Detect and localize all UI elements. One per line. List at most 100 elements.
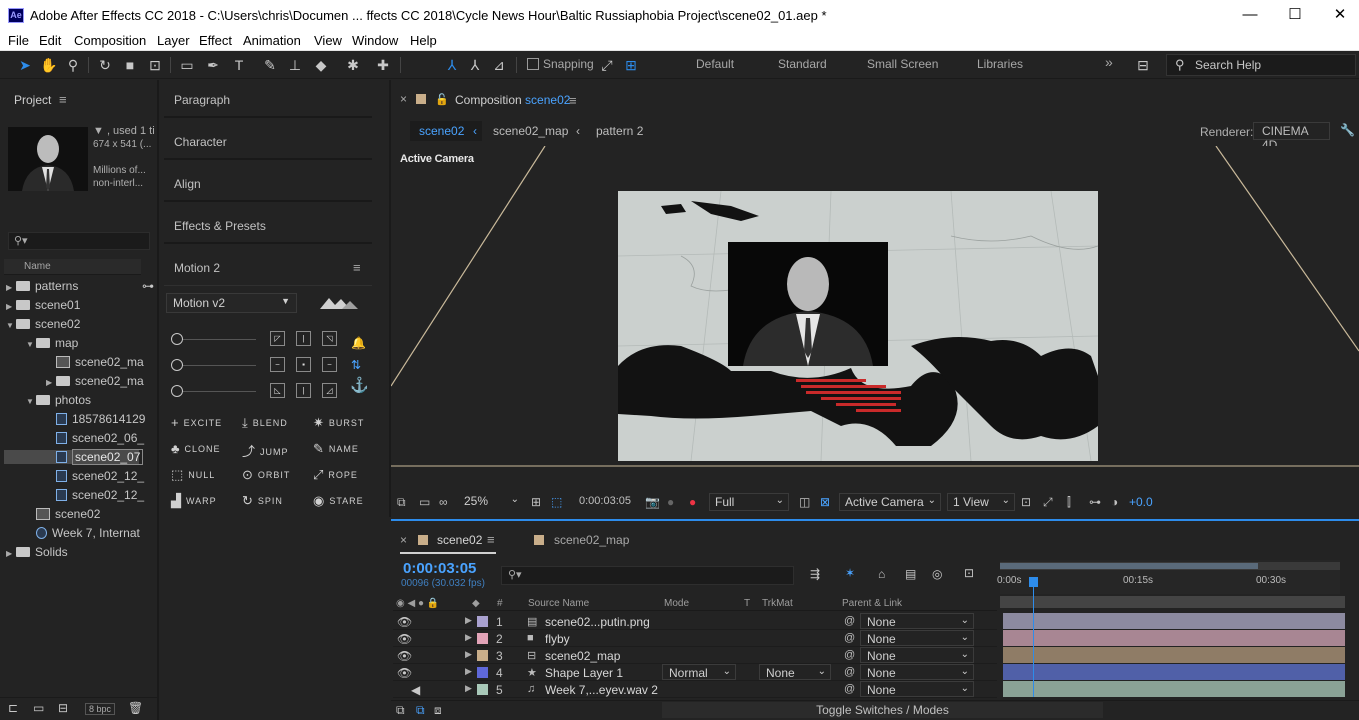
motion-preset-select[interactable]: Motion v2 ▼ [166,293,297,313]
slider-1-knob[interactable] [171,333,183,345]
layer-name[interactable]: flyby [545,632,570,646]
timeline-tab-scene02[interactable]: scene02 [437,533,482,547]
lock-icon[interactable]: 🔓 [435,93,449,106]
layer-name[interactable]: scene02...putin.png [545,615,650,629]
toggle-switches-modes-button[interactable]: Toggle Switches / Modes [662,702,1103,718]
anchor-bottom-left[interactable]: ◺ [270,383,285,398]
draft-3d-icon[interactable]: ✶ [845,566,855,580]
project-item[interactable]: ▶ scene02_ma [46,374,144,388]
layer-label-swatch[interactable] [477,667,488,678]
breadcrumb-pattern2[interactable]: pattern 2 [596,124,643,138]
anchor-bottom-center[interactable]: | [296,383,311,398]
menu-effect[interactable]: Effect [199,33,232,48]
always-preview-icon[interactable]: ⧉ [397,495,406,510]
pickwhip-icon[interactable]: @ [844,615,855,627]
project-item[interactable]: ▼ map [26,336,78,350]
layer-parent-select[interactable]: None ⌄ [860,630,974,646]
type-tool-icon[interactable]: T [230,56,248,74]
anchor-top-center[interactable]: | [296,331,311,346]
mode-header[interactable]: Mode [664,598,689,609]
align-panel[interactable]: Align [164,166,372,202]
slider-3-knob[interactable] [171,385,183,397]
comp-menu-icon[interactable]: ≡ [569,93,577,108]
project-item[interactable]: scene02_12_ [46,469,144,483]
expand-layer-icon[interactable]: ▶ [465,649,472,660]
motion-blur-icon[interactable]: ◎ [932,567,942,581]
close-icon[interactable]: × [400,92,407,106]
eraser-tool-icon[interactable]: ◆ [312,56,330,74]
interpret-footage-icon[interactable]: ⊏ [8,701,18,715]
motion-blend-button[interactable]: ⤓ BLEND [242,415,288,431]
layer-name[interactable]: Week 7,...eyev.wav 2 [545,683,658,697]
disclosure-open-icon[interactable]: ▼ [6,321,16,330]
layer-label-swatch[interactable] [477,633,488,644]
menu-animation[interactable]: Animation [243,33,301,48]
comp-flowchart-icon[interactable]: ⇶ [810,567,820,581]
layer-row[interactable]: ◀ ▶ 5 ♫ Week 7,...eyev.wav 2 @ None ⌄ [393,681,997,698]
layer-switches-icon[interactable]: ⧉ [396,703,405,718]
graph-editor-icon[interactable]: ⊡ [964,566,974,580]
rotation-tool-icon[interactable]: ↻ [96,56,114,74]
brush-tool-icon[interactable]: ✎ [261,56,279,74]
composition-viewer[interactable]: Active Camera [391,146,1359,492]
timeline-timecode[interactable]: 0:00:03:05 [403,560,476,577]
project-item[interactable]: ▶ patterns [6,279,78,293]
anchor-bottom-right[interactable]: ◿ [322,383,337,398]
disclosure-open-icon[interactable]: ▼ [26,397,36,406]
mountains-icon[interactable] [320,295,358,314]
anchor-icon[interactable]: ⚓ [350,376,369,394]
time-ruler[interactable] [1000,560,1345,608]
expand-layer-icon[interactable]: ▶ [465,666,472,677]
pixel-aspect-icon[interactable]: ⊡ [1021,495,1031,509]
project-item[interactable]: Week 7, Internat [26,526,140,540]
anchor-top-left[interactable]: ◸ [270,331,285,346]
transparency-grid-icon[interactable]: ⊠ [820,495,830,509]
flowchart-icon[interactable]: ⊶ [1089,495,1101,509]
snap-edges-icon[interactable]: ⤢ [598,56,616,74]
bit-depth-button[interactable]: 8 bpc [85,703,115,715]
menu-view[interactable]: View [314,33,342,48]
project-item[interactable]: ▶ scene01 [6,298,80,312]
time-navigator[interactable] [1000,596,1345,608]
parent-header[interactable]: Parent & Link [842,598,902,609]
motion-clone-button[interactable]: ♣ CLONE [171,441,221,456]
project-column-header[interactable]: Name [4,259,141,275]
snap-features-icon[interactable]: ⊞ [622,56,640,74]
trkmat-header[interactable]: TrkMat [762,598,793,609]
region-of-interest-icon[interactable]: ◫ [799,495,810,509]
workspace-edit-icon[interactable]: ⊟ [1134,56,1152,74]
snapping-checkbox[interactable] [527,58,539,70]
clone-stamp-tool-icon[interactable]: ⊥ [286,56,304,74]
layer-parent-select[interactable]: None ⌄ [860,647,974,663]
anchor-mid-right[interactable]: − [322,357,337,372]
motion-burst-button[interactable]: ✷ BURST [313,415,364,431]
workspace-small-screen[interactable]: Small Screen [867,57,938,71]
mask-visibility-icon[interactable]: ⬚ [551,495,562,509]
workspace-more-icon[interactable]: » [1105,54,1113,70]
project-item[interactable]: scene02_ma [46,355,144,369]
motion-spin-button[interactable]: ↻ SPIN [242,493,283,509]
disclosure-closed-icon[interactable]: ▶ [6,549,16,558]
layer-duration-bar[interactable] [1003,664,1345,680]
anchor-top-right[interactable]: ◹ [322,331,337,346]
anchor-mid-left[interactable]: − [270,357,285,372]
timeline-icon[interactable]: ⫿ [1067,495,1071,510]
project-search-input[interactable]: ⚲▾ [8,232,150,250]
expand-layer-icon[interactable]: ▶ [465,632,472,643]
layer-duration-bar[interactable] [1003,681,1345,697]
grid-guides-icon[interactable]: ⊞ [531,495,541,509]
menu-help[interactable]: Help [410,33,437,48]
trash-icon[interactable]: 🗑 [128,701,143,715]
anchor-center[interactable]: ▪ [296,357,311,372]
new-comp-icon[interactable]: ⊟ [58,701,68,715]
transfer-controls-icon[interactable]: ⧉ [416,703,425,718]
menu-window[interactable]: Window [352,33,398,48]
layer-duration-bar[interactable] [1003,647,1345,663]
project-menu-icon[interactable]: ≡ [59,92,67,107]
project-item[interactable]: ▼ photos [26,393,91,407]
eye-icon[interactable]: 👁 [397,649,412,663]
in-out-icon[interactable]: ⧈ [434,703,442,718]
breadcrumb-scene02[interactable]: scene02 [419,124,464,138]
pan-behind-tool-icon[interactable]: ⊡ [146,56,164,74]
bell-icon[interactable]: 🔔 [351,336,366,350]
